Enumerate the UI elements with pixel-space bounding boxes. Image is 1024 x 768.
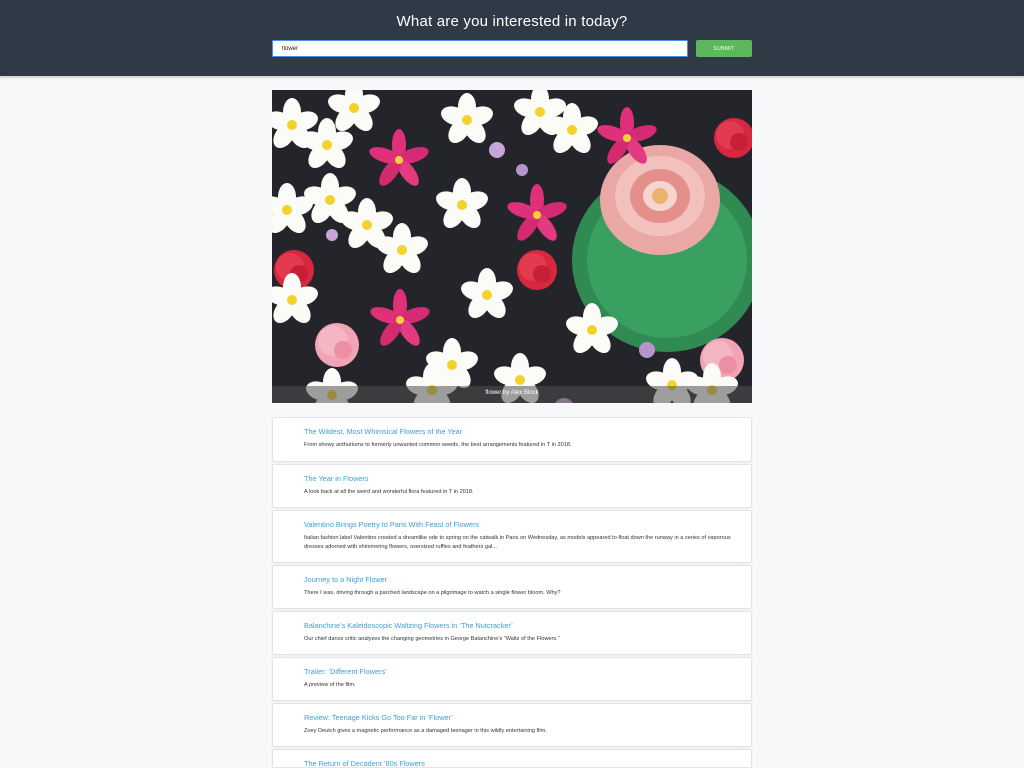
result-card[interactable]: The Year in Flowers A look back at all t… xyxy=(272,464,752,508)
flower-photo xyxy=(272,90,752,403)
result-card[interactable]: Valentino Brings Poetry to Paris With Fe… xyxy=(272,510,752,563)
hero-image: flower by Alex Block xyxy=(272,90,752,403)
result-title-link[interactable]: Journey to a Night Flower xyxy=(304,575,387,584)
result-card[interactable]: Balanchine’s Kaleidoscopic Waltzing Flow… xyxy=(272,611,752,655)
result-card[interactable]: The Wildest, Most Whimsical Flowers of t… xyxy=(272,417,752,462)
result-description: Our chief dance critic analyzes the chan… xyxy=(304,636,560,642)
result-description: Italian fashion label Valentino created … xyxy=(304,535,731,550)
result-description: A preview of the film. xyxy=(304,682,356,688)
top-bar: What are you interested in today? SUBMIT xyxy=(0,0,1024,76)
result-description: There I was, driving through a parched l… xyxy=(304,590,561,596)
result-card[interactable]: Journey to a Night Flower There I was, d… xyxy=(272,565,752,609)
search-input[interactable] xyxy=(272,40,688,57)
result-title-link[interactable]: Valentino Brings Poetry to Paris With Fe… xyxy=(304,520,479,529)
result-description: A look back at all the weird and wonderf… xyxy=(304,489,474,495)
result-title-link[interactable]: Review: Teenage Kicks Go Too Far in ‘Flo… xyxy=(304,713,453,722)
caption-bar: flower by Alex Block xyxy=(272,386,752,403)
page-heading: What are you interested in today? xyxy=(396,13,628,30)
result-description: From showy anthuriums to formerly unwant… xyxy=(304,442,572,448)
result-title-link[interactable]: The Return of Decadent ’80s Flowers xyxy=(304,759,425,768)
image-caption: flower by Alex Block xyxy=(485,390,539,396)
result-title-link[interactable]: Balanchine’s Kaleidoscopic Waltzing Flow… xyxy=(304,621,513,630)
result-card[interactable]: Review: Teenage Kicks Go Too Far in ‘Flo… xyxy=(272,703,752,747)
result-card[interactable]: Trailer: ‘Different Flowers’ A preview o… xyxy=(272,657,752,701)
submit-button[interactable]: SUBMIT xyxy=(696,40,752,57)
result-description: Zoey Deutch gives a magnetic performance… xyxy=(304,728,547,734)
result-title-link[interactable]: The Year in Flowers xyxy=(304,474,369,483)
result-card[interactable]: The Return of Decadent ’80s Flowers xyxy=(272,749,752,768)
result-title-link[interactable]: The Wildest, Most Whimsical Flowers of t… xyxy=(304,427,462,436)
result-title-link[interactable]: Trailer: ‘Different Flowers’ xyxy=(304,667,387,676)
